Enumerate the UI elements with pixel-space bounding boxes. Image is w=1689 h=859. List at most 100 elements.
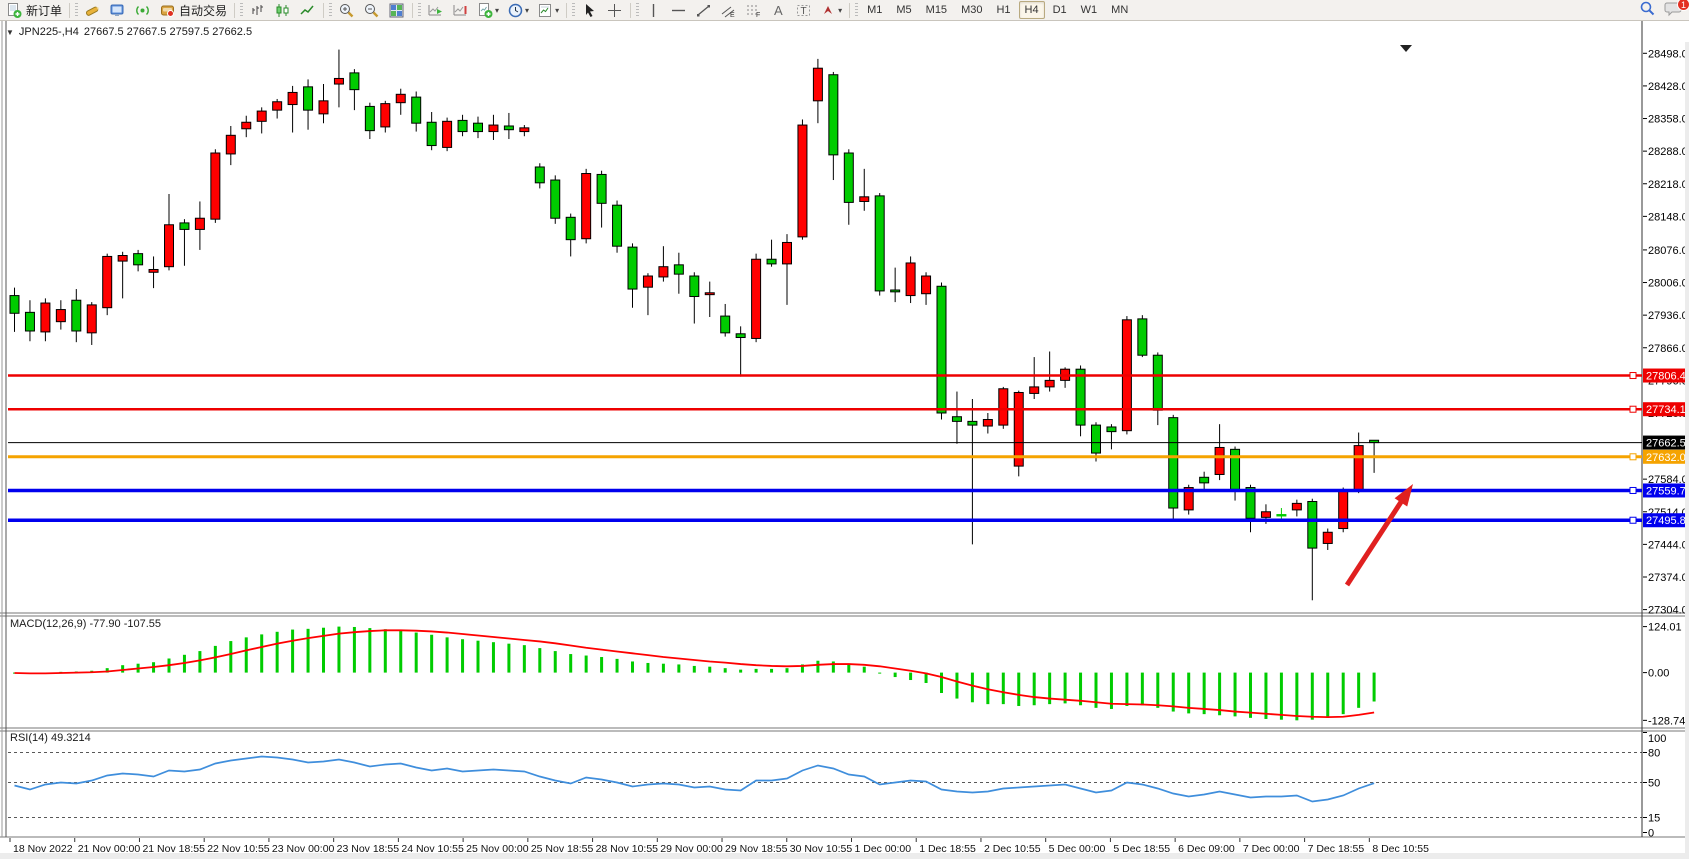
tab-timeframe-m1[interactable]: M1 [861,1,888,19]
rsi-tick-label: 15 [1648,813,1660,825]
line-chart-icon[interactable] [295,1,320,20]
macd-bar [909,673,912,680]
candle [474,123,483,131]
search-icon[interactable] [1639,0,1656,22]
cursor-icon[interactable] [577,1,602,20]
tab-timeframe-mn[interactable]: MN [1105,1,1134,19]
macd-bar [307,629,310,673]
metaeditor-icon[interactable] [105,1,130,20]
candle [365,106,374,130]
macd-bar [600,657,603,673]
trading-platform-window: 新订单自动交易▾▾▾EFAT▾M1M5M15M30H1H4D1W1MN 1 ▼ … [0,0,1689,859]
candle [56,310,65,322]
macd-bar [198,651,201,673]
candle [1169,418,1178,508]
toolbar-separator [566,3,567,18]
chart-window[interactable]: ▼ JPN225-,H4 27667.5 27667.5 27597.5 276… [0,21,1689,859]
macd-bar [477,641,480,673]
line-handle[interactable] [1630,454,1636,460]
fibonacci-icon[interactable]: F [741,1,766,20]
macd-bar [677,664,680,672]
rsi-tick-label: 50 [1648,778,1660,790]
macd-bar [585,656,588,673]
equidistant-channel-icon[interactable]: E [716,1,741,20]
chart-shift-icon[interactable] [448,1,473,20]
one-click-trading-arrow[interactable]: ▼ [6,28,14,37]
tab-timeframe-m5[interactable]: M5 [890,1,917,19]
rsi-header: RSI(14) 49.3214 [10,732,91,744]
candle [937,286,946,413]
candle [103,256,112,307]
toolbar-grip [636,3,639,18]
toolbar-grip [329,3,332,18]
macd-bar [1156,673,1159,708]
zoom-in-icon[interactable] [334,1,359,20]
line-handle[interactable] [1630,406,1636,412]
new-order-button[interactable]: 新订单 [2,1,66,20]
candle [860,197,869,202]
chat-icon[interactable]: 1 [1664,0,1683,22]
arrows-icon[interactable]: ▾ [816,1,846,20]
new-chart-icon[interactable]: ▾ [473,1,503,20]
candle [736,334,745,338]
candle [690,276,699,297]
candle [1107,427,1116,432]
line-handle[interactable] [1630,517,1636,523]
candle [783,242,792,263]
text-label-icon[interactable]: T [791,1,816,20]
signals-icon[interactable] [130,1,155,20]
new-order-button-label: 新订单 [26,2,62,19]
tab-timeframe-w1[interactable]: W1 [1075,1,1104,19]
macd-bar [384,629,387,672]
line-handle[interactable] [1630,373,1636,379]
line-handle[interactable] [1630,487,1636,493]
zoom-out-icon[interactable] [359,1,384,20]
candle [674,265,683,274]
templates-icon[interactable]: ▾ [533,1,563,20]
candle [875,196,884,291]
candle [1200,477,1209,483]
chevron-down-icon: ▾ [495,6,499,15]
candlestick-chart-icon[interactable] [270,1,295,20]
macd-bar [1342,673,1345,715]
candle [304,87,313,110]
macd-bar [492,642,495,672]
candle [844,153,853,202]
macd-bar [276,632,279,673]
price-tick-label: 28076.0 [1648,245,1688,257]
ohlc-values: 27667.5 27667.5 27597.5 27662.5 [84,26,252,38]
candle [257,111,266,121]
macd-bar [1033,673,1036,706]
auto-scroll-icon[interactable] [423,1,448,20]
candle [319,101,328,114]
tab-timeframe-h1[interactable]: H1 [990,1,1016,19]
price-tick-label: 27936.0 [1648,310,1688,322]
autotrading-button[interactable]: 自动交易 [155,1,231,20]
trend-arrow-shaft[interactable] [1347,502,1401,585]
tile-windows-icon[interactable] [384,1,409,20]
tab-timeframe-h4[interactable]: H4 [1019,1,1045,19]
macd-bar [461,639,464,672]
macd-bar [399,631,402,673]
tab-timeframe-d1[interactable]: D1 [1047,1,1073,19]
bar-chart-icon[interactable] [245,1,270,20]
chevron-down-icon: ▾ [555,6,559,15]
tab-timeframe-m30[interactable]: M30 [955,1,988,19]
chart-shift-marker[interactable] [1400,45,1412,52]
text-icon[interactable]: A [766,1,791,20]
trendline-icon[interactable] [691,1,716,20]
candle [566,217,575,239]
candlestick-chart[interactable]: 28498.028428.028358.028288.028218.028148… [0,21,1689,859]
period-icon[interactable]: ▾ [503,1,533,20]
candle [520,128,529,132]
tab-timeframe-m15[interactable]: M15 [920,1,953,19]
vertical-line-icon[interactable] [641,1,666,20]
crayon-icon[interactable] [80,1,105,20]
candle [1292,503,1301,510]
candle [25,312,34,331]
macd-bar [739,670,742,673]
candle [597,174,606,203]
crosshair-icon[interactable] [602,1,627,20]
candle [613,205,622,246]
horizontal-line-icon[interactable] [666,1,691,20]
